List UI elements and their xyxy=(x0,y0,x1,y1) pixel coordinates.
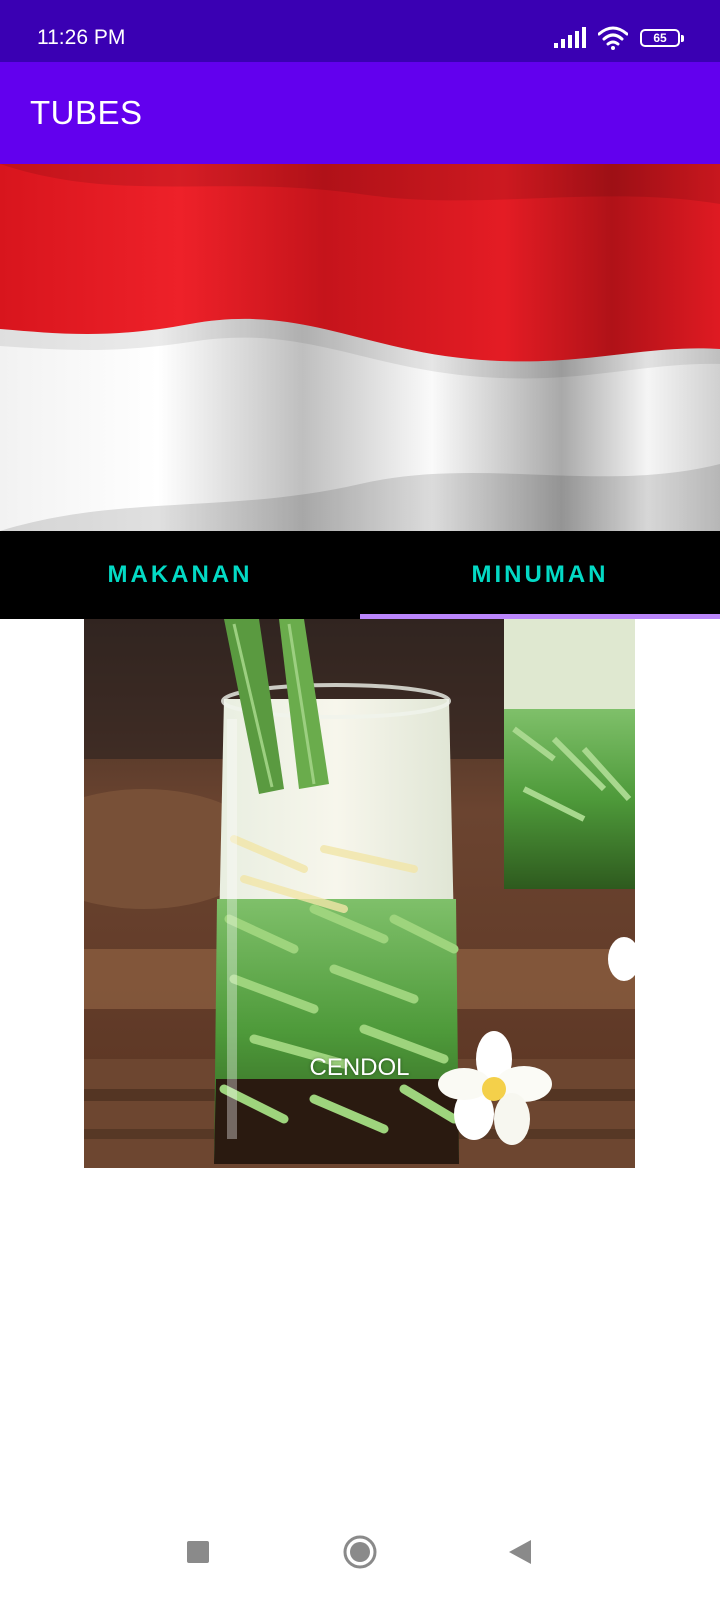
tab-makanan[interactable]: MAKANAN xyxy=(0,531,360,619)
status-bar: 11:26 PM 65 xyxy=(0,0,720,62)
home-icon xyxy=(343,1535,377,1569)
battery-level: 65 xyxy=(653,31,667,45)
navigation-bar xyxy=(0,1504,720,1600)
recents-button[interactable] xyxy=(170,1524,226,1580)
tab-minuman[interactable]: MINUMAN xyxy=(360,531,720,619)
wifi-icon xyxy=(598,26,628,50)
flag-image xyxy=(0,164,720,531)
status-icons: 65 xyxy=(554,26,684,50)
signal-icon xyxy=(554,27,586,48)
tab-bar: MAKANAN MINUMAN xyxy=(0,531,720,619)
app-title: TUBES xyxy=(30,94,143,131)
back-button[interactable] xyxy=(492,1524,548,1580)
tab-minuman-label: MINUMAN xyxy=(471,561,609,588)
item-list: CENDOL xyxy=(0,619,720,1504)
app-bar: TUBES xyxy=(0,62,720,164)
list-item[interactable]: CENDOL xyxy=(84,619,635,1168)
back-icon xyxy=(509,1540,531,1564)
tab-makanan-label: MAKANAN xyxy=(107,561,253,588)
cendol-image xyxy=(84,619,635,1168)
item-name: CENDOL xyxy=(309,1054,410,1081)
status-time: 11:26 PM xyxy=(37,26,126,49)
indonesian-flag-banner xyxy=(0,164,720,531)
battery-icon: 65 xyxy=(640,29,684,47)
home-button[interactable] xyxy=(332,1524,388,1580)
recents-icon xyxy=(187,1541,209,1563)
